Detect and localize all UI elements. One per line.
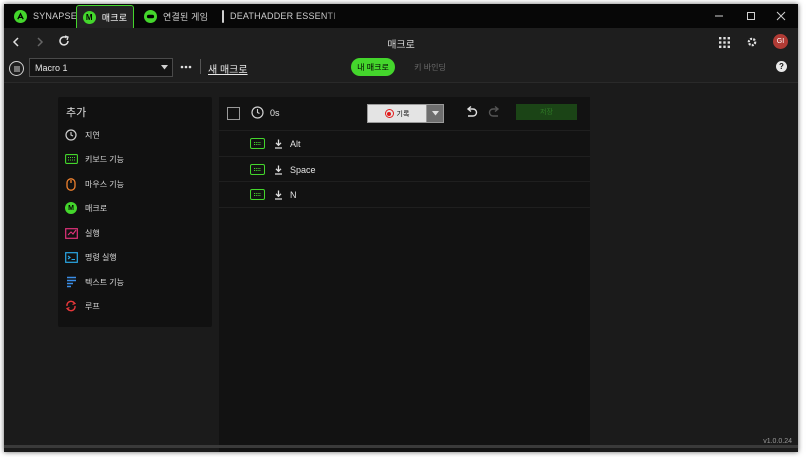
undo-icon: [466, 105, 478, 117]
tab-synapse[interactable]: SYNAPSE: [14, 4, 77, 28]
clock-icon: [64, 128, 78, 142]
minimize-button[interactable]: [704, 4, 734, 28]
add-item-mouse[interactable]: 마우스 기능: [64, 174, 124, 194]
duration-value: 0s: [270, 108, 280, 118]
editor-header: 0s 기록 저장: [219, 97, 590, 129]
command-icon: [64, 250, 78, 264]
close-icon: [776, 11, 786, 21]
add-panel: 추가 지연 키보드 기능 마우스 기능 M 매크로 실행 명령 실행 텍스트 기…: [58, 97, 212, 327]
razer-logo-icon: [14, 9, 27, 23]
toolbar-divider: [200, 59, 201, 74]
macro-row[interactable]: Alt: [219, 130, 590, 156]
macro-editor: 0s 기록 저장 Alt Space N: [219, 97, 590, 452]
record-options-dropdown[interactable]: [426, 104, 444, 123]
add-item-macro[interactable]: M 매크로: [64, 198, 107, 218]
text-icon: [64, 275, 78, 289]
gear-icon: [747, 37, 757, 47]
add-item-label: 지연: [85, 130, 100, 140]
redo-button[interactable]: [488, 105, 501, 119]
add-item-keyboard[interactable]: 키보드 기능: [64, 149, 124, 169]
loop-icon: [64, 299, 78, 313]
maximize-button[interactable]: [736, 4, 766, 28]
chevron-down-icon: [431, 111, 439, 116]
toggle-my-macro[interactable]: 내 매크로: [351, 58, 395, 76]
apps-button[interactable]: [716, 34, 732, 50]
maximize-icon: [747, 12, 755, 20]
new-macro-link[interactable]: 새 매크로: [208, 61, 248, 76]
save-button[interactable]: 저장: [516, 104, 577, 120]
content-area: 추가 지연 키보드 기능 마우스 기능 M 매크로 실행 명령 실행 텍스트 기…: [4, 83, 798, 452]
layers-icon: [13, 66, 20, 71]
tab-label: SYNAPSE: [33, 11, 77, 21]
add-item-launch[interactable]: 실행: [64, 223, 100, 243]
add-item-label: 실행: [85, 228, 100, 238]
page-title: 매크로: [387, 40, 415, 51]
app-window: SYNAPSE M 매크로 연결된 게임 DEATHADDER ESSENTIA…: [4, 4, 798, 452]
key-down-icon: [273, 139, 283, 149]
add-item-run-command[interactable]: 명령 실행: [64, 247, 117, 267]
add-panel-header: 추가: [66, 107, 87, 119]
add-item-label: 마우스 기능: [85, 179, 125, 189]
close-button[interactable]: [766, 4, 796, 28]
select-all-checkbox[interactable]: [227, 107, 240, 120]
key-down-icon: [273, 190, 283, 200]
macro-row-label: N: [290, 189, 297, 200]
key-down-icon: [273, 165, 283, 175]
macro-toolbar: Macro 1 새 매크로 내 매크로 키 바인딩 ?: [4, 56, 798, 83]
undo-button[interactable]: [465, 105, 478, 119]
avatar[interactable]: GI: [773, 34, 788, 49]
macro-select[interactable]: Macro 1: [29, 58, 173, 77]
macro-list-button[interactable]: [9, 61, 24, 76]
tab-label: 매크로: [101, 13, 128, 23]
keyboard-icon: [64, 152, 78, 166]
record-label: 기록: [396, 110, 410, 118]
add-item-label: 매크로: [85, 203, 108, 213]
tab-device[interactable]: DEATHADDER ESSENTIAL: [220, 4, 336, 28]
minimize-icon: [715, 15, 723, 17]
chevron-down-icon: [161, 65, 168, 70]
macro-row-label: Space: [290, 164, 316, 175]
settings-button[interactable]: [744, 34, 760, 50]
apps-grid-icon: [718, 36, 730, 48]
add-item-label: 명령 실행: [85, 252, 117, 262]
tab-label: 연결된 게임: [163, 11, 209, 22]
title-bar: SYNAPSE M 매크로 연결된 게임 DEATHADDER ESSENTIA…: [4, 4, 798, 29]
add-item-delay[interactable]: 지연: [64, 125, 100, 145]
macro-row[interactable]: Space: [219, 156, 590, 182]
macro-m-icon: M: [64, 201, 78, 215]
tab-connected-games[interactable]: 연결된 게임: [144, 4, 208, 28]
mouse-icon: [222, 9, 224, 23]
tab-macro[interactable]: M 매크로: [76, 5, 134, 29]
add-item-label: 루프: [85, 301, 100, 311]
horizontal-scrollbar[interactable]: [4, 445, 798, 448]
more-options-button[interactable]: [179, 60, 193, 74]
keyboard-icon: [250, 189, 265, 200]
add-item-label: 텍스트 기능: [85, 277, 125, 287]
clock-icon: [251, 106, 264, 119]
keyboard-icon: [250, 138, 265, 149]
help-button[interactable]: ?: [776, 61, 787, 72]
redo-icon: [488, 105, 500, 117]
add-item-label: 키보드 기능: [85, 154, 125, 164]
macro-m-icon: M: [82, 11, 96, 24]
mouse-icon: [64, 177, 78, 191]
keyboard-icon: [250, 164, 265, 175]
add-item-text[interactable]: 텍스트 기능: [64, 272, 124, 292]
gamepad-icon: [144, 9, 157, 23]
add-item-loop[interactable]: 루프: [64, 296, 100, 316]
record-icon: [384, 109, 394, 118]
nav-bar: 매크로 GI: [4, 28, 798, 56]
macro-row[interactable]: N: [219, 181, 590, 208]
tab-label: DEATHADDER ESSENTIAL: [230, 11, 336, 21]
launch-icon: [64, 226, 78, 240]
more-dots-icon: [180, 65, 192, 69]
version-label: v1.0.0.24: [763, 438, 792, 445]
toggle-key-binding[interactable]: 키 바인딩: [404, 58, 456, 76]
macro-row-label: Alt: [290, 138, 301, 149]
macro-select-value: Macro 1: [35, 62, 68, 73]
record-button[interactable]: 기록: [367, 104, 427, 123]
